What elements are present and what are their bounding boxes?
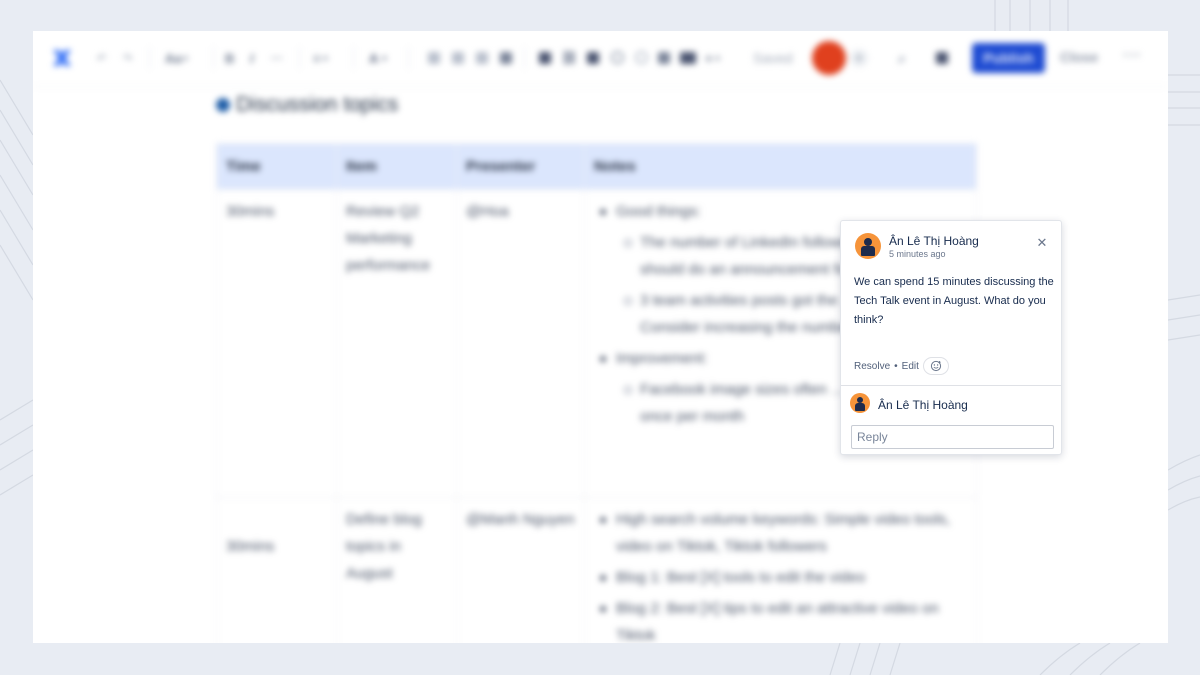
close-icon[interactable]: ✕ bbox=[1036, 236, 1048, 249]
avatar-person-icon bbox=[864, 238, 872, 246]
text-style-label: Aa bbox=[165, 50, 182, 66]
more-options-button[interactable]: ··· bbox=[1123, 47, 1142, 65]
reply-input[interactable] bbox=[851, 425, 1054, 449]
cell-time-text: 30mins bbox=[226, 538, 275, 555]
toolbar-divider bbox=[408, 47, 409, 69]
editor-toolbar: ↶ ↷ Aa ▾ B I ··· ≡ ▾ A ▾ ⛓ + ▾ Saved + ⌕… bbox=[33, 31, 1168, 87]
text-color-icon[interactable]: A ▾ bbox=[369, 49, 386, 67]
comment-body: We can spend 15 minutes discussing the T… bbox=[854, 276, 1054, 326]
comment-author-name: Ân Lê Thị Hoàng bbox=[889, 234, 979, 248]
comment-actions: Resolve • Edit bbox=[854, 357, 949, 375]
list-item: High search volume keywords: Simple vide… bbox=[594, 506, 967, 560]
heading-emoji-icon bbox=[216, 98, 230, 112]
collaborator-avatar[interactable] bbox=[812, 41, 846, 75]
more-format-icon[interactable]: ··· bbox=[271, 49, 283, 67]
publish-button[interactable]: Publish bbox=[972, 43, 1045, 73]
chevron-down-icon: ▾ bbox=[183, 53, 188, 63]
avatar-person-body bbox=[855, 403, 865, 411]
list-item: Blog 2: Best [X] tips to edit an attract… bbox=[594, 595, 967, 643]
view-settings-icon[interactable] bbox=[936, 52, 948, 64]
emoji-icon[interactable] bbox=[635, 51, 648, 64]
close-button[interactable]: Close bbox=[1060, 49, 1098, 65]
comment-divider bbox=[841, 385, 1061, 386]
add-reaction-icon bbox=[930, 360, 941, 372]
cell-time[interactable]: 30mins bbox=[216, 497, 337, 643]
text-style-dropdown[interactable]: Aa ▾ bbox=[165, 49, 188, 67]
mention-icon[interactable] bbox=[611, 51, 624, 64]
action-separator: • bbox=[894, 360, 898, 372]
header-cell-presenter: Presenter bbox=[456, 143, 585, 190]
resolve-button[interactable]: Resolve bbox=[854, 361, 890, 372]
add-reaction-button[interactable] bbox=[922, 357, 949, 375]
reply-author-name: Ân Lê Thị Hoàng bbox=[878, 398, 968, 412]
list-item-text: Improvement: bbox=[616, 350, 708, 367]
search-icon[interactable]: ⌕ bbox=[898, 49, 906, 67]
comment-author-avatar bbox=[855, 233, 881, 259]
comment-timestamp: 5 minutes ago bbox=[889, 249, 946, 259]
toolbar-divider bbox=[213, 47, 214, 69]
avatar-person-body bbox=[861, 246, 875, 256]
toolbar-divider bbox=[149, 47, 150, 69]
edit-button[interactable]: Edit bbox=[902, 361, 919, 372]
numbered-list-icon[interactable] bbox=[452, 52, 464, 64]
task-list-icon[interactable] bbox=[476, 52, 488, 64]
italic-icon[interactable]: I bbox=[250, 49, 254, 67]
cell-presenter[interactable]: @Manh Nguyen bbox=[456, 497, 585, 643]
cell-time[interactable]: 30mins bbox=[216, 189, 337, 498]
section-title: Discussion topics bbox=[236, 93, 399, 116]
link-icon[interactable]: ⛓ bbox=[561, 49, 578, 67]
redo-icon[interactable]: ↷ bbox=[123, 49, 132, 67]
header-cell-item: Item bbox=[336, 143, 457, 190]
bold-icon[interactable]: B bbox=[225, 49, 234, 67]
toolbar-divider bbox=[353, 47, 354, 69]
list-item-text: Good things: bbox=[616, 203, 702, 220]
table-icon[interactable] bbox=[539, 52, 551, 64]
cell-notes[interactable]: High search volume keywords: Simple vide… bbox=[584, 497, 977, 643]
section-heading: Discussion topics bbox=[216, 93, 398, 117]
header-cell-notes: Notes bbox=[584, 143, 977, 190]
toolbar-divider bbox=[299, 47, 300, 69]
cell-item[interactable]: Review Q2 Marketing performance bbox=[336, 189, 457, 498]
comment-popup: Ân Lê Thị Hoàng 5 minutes ago ✕ We can s… bbox=[840, 220, 1062, 455]
image-icon[interactable] bbox=[587, 52, 599, 64]
confluence-logo-icon[interactable] bbox=[50, 46, 74, 70]
reply-author-avatar bbox=[850, 393, 870, 413]
columns-icon[interactable] bbox=[680, 52, 696, 64]
bullet-list-icon[interactable] bbox=[428, 52, 440, 64]
cell-item[interactable]: Define blog topics in August bbox=[336, 497, 457, 643]
toolbar-divider bbox=[524, 47, 525, 69]
list-item: Blog 1: Best [X] tools to edit the video bbox=[594, 564, 967, 591]
layout-icon[interactable] bbox=[658, 52, 670, 64]
notes-list: High search volume keywords: Simple vide… bbox=[594, 506, 967, 643]
header-cell-time: Time bbox=[216, 143, 337, 190]
table-row: 30mins Define blog topics in August @Man… bbox=[216, 497, 977, 643]
undo-icon[interactable]: ↶ bbox=[97, 49, 106, 67]
align-icon[interactable]: ≡ ▾ bbox=[313, 49, 328, 67]
table-header-row: Time Item Presenter Notes bbox=[216, 143, 977, 190]
indent-icon[interactable] bbox=[500, 52, 512, 64]
cell-presenter[interactable]: @Hoa bbox=[456, 189, 585, 498]
add-collaborator-button[interactable]: + bbox=[850, 49, 868, 67]
saved-status: Saved bbox=[753, 50, 793, 66]
insert-more-icon[interactable]: + ▾ bbox=[705, 49, 720, 67]
